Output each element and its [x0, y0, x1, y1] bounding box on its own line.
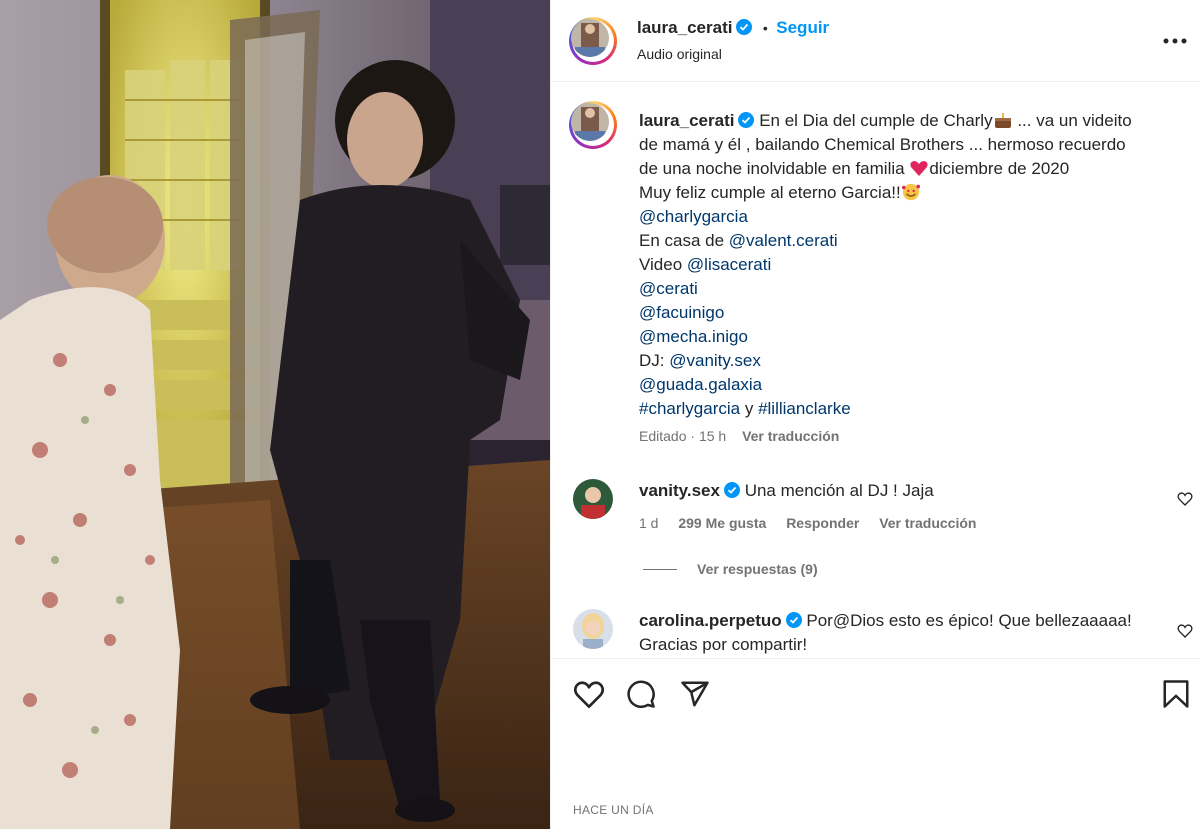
post-actions: HACE UN DÍA	[551, 658, 1200, 829]
post-header: laura_cerati • Seguir Audio original	[551, 0, 1200, 82]
author-avatar[interactable]	[569, 17, 617, 65]
comment-likes[interactable]: 299 Me gusta	[678, 515, 766, 531]
caption: laura_cerati En el Dia del cumple de Cha…	[639, 109, 1179, 421]
share-icon[interactable]	[680, 679, 710, 709]
caption-line: ... va un videito	[1012, 111, 1132, 130]
reply-button[interactable]: Responder	[786, 515, 859, 531]
caption-username[interactable]: laura_cerati	[639, 111, 734, 130]
caption-line: En el Dia del cumple de Charly	[759, 111, 993, 130]
mention-link[interactable]: @mecha.inigo	[639, 327, 748, 346]
mention-link[interactable]: @guada.galaxia	[639, 375, 762, 394]
caption-author-avatar[interactable]	[569, 101, 617, 149]
replies-divider	[643, 569, 677, 570]
mention-link[interactable]: @vanity.sex	[669, 351, 761, 370]
follow-button[interactable]: Seguir	[776, 18, 829, 37]
like-icon[interactable]	[573, 679, 605, 709]
commenter-avatar[interactable]	[573, 479, 613, 519]
post-video[interactable]	[0, 0, 550, 829]
caption-line: En casa de	[639, 231, 729, 250]
caption-line: Muy feliz cumple al eterno Garcia!!	[639, 183, 901, 202]
comments-section[interactable]: laura_cerati En el Dia del cumple de Cha…	[551, 83, 1200, 657]
comment-meta: 1 d 299 Me gusta Responder Ver traducció…	[639, 515, 976, 531]
verified-icon	[723, 482, 740, 498]
mention-link[interactable]: @facuinigo	[639, 303, 724, 322]
comment: vanity.sex Una mención al DJ ! Jaja	[639, 479, 934, 503]
caption-line: de mamá y él , bailando Chemical Brother…	[639, 135, 1126, 154]
hashtag-link[interactable]: #charlygarcia	[639, 399, 740, 418]
verified-icon	[736, 19, 753, 35]
comment-like-icon[interactable]	[1177, 491, 1193, 507]
hashtag-link[interactable]: #lillianclarke	[758, 399, 851, 418]
translate-comment-button[interactable]: Ver traducción	[879, 515, 976, 531]
comment: carolina.perpetuo Por@Dios esto es épico…	[639, 609, 1159, 657]
verified-icon	[738, 112, 755, 128]
separator-dot: •	[762, 20, 768, 36]
caption-line: diciembre de 2020	[929, 159, 1070, 178]
meta-dot: ·	[690, 428, 696, 444]
comment-text: Por@Dios esto es épico! Que bellezaaaaa!	[806, 611, 1132, 630]
view-replies-button[interactable]: Ver respuestas (9)	[697, 561, 818, 577]
video-frame	[0, 0, 550, 829]
comment-text: Una mención al DJ ! Jaja	[744, 481, 934, 500]
edited-label: Editado	[639, 428, 687, 444]
caption-line: Video	[639, 255, 687, 274]
verified-icon	[785, 612, 802, 628]
comment-like-icon[interactable]	[1177, 623, 1193, 639]
author-username[interactable]: laura_cerati	[637, 18, 732, 37]
comment-username[interactable]: carolina.perpetuo	[639, 611, 782, 630]
post-panel: laura_cerati • Seguir Audio original lau…	[550, 0, 1200, 829]
smiling-hearts-emoji	[901, 183, 920, 201]
comment-username[interactable]: vanity.sex	[639, 481, 720, 500]
post-date[interactable]: HACE UN DÍA	[573, 803, 654, 817]
comment-age: 1 d	[639, 515, 659, 531]
commenter-avatar[interactable]	[573, 609, 613, 649]
more-options-icon[interactable]	[1163, 37, 1187, 45]
caption-line: DJ:	[639, 351, 670, 370]
save-icon[interactable]	[1162, 679, 1190, 709]
caption-line: y	[740, 399, 759, 418]
caption-line: de una noche inolvidable en familia	[639, 159, 910, 178]
mention-link[interactable]: @valent.cerati	[729, 231, 838, 250]
mention-link[interactable]: @charlygarcia	[639, 207, 748, 226]
mention-link[interactable]: @cerati	[639, 279, 698, 298]
mention-link[interactable]: @lisacerati	[687, 255, 771, 274]
comment-text-continued: Gracias por compartir!	[639, 635, 808, 654]
cake-emoji	[994, 113, 1011, 128]
translate-caption-button[interactable]: Ver traducción	[742, 428, 839, 444]
caption-meta: Editado · 15 h Ver traducción	[639, 428, 839, 444]
caption-time[interactable]: 15 h	[699, 428, 726, 444]
heart-emoji	[910, 161, 928, 176]
comment-icon[interactable]	[626, 679, 656, 709]
audio-label[interactable]: Audio original	[637, 46, 722, 62]
